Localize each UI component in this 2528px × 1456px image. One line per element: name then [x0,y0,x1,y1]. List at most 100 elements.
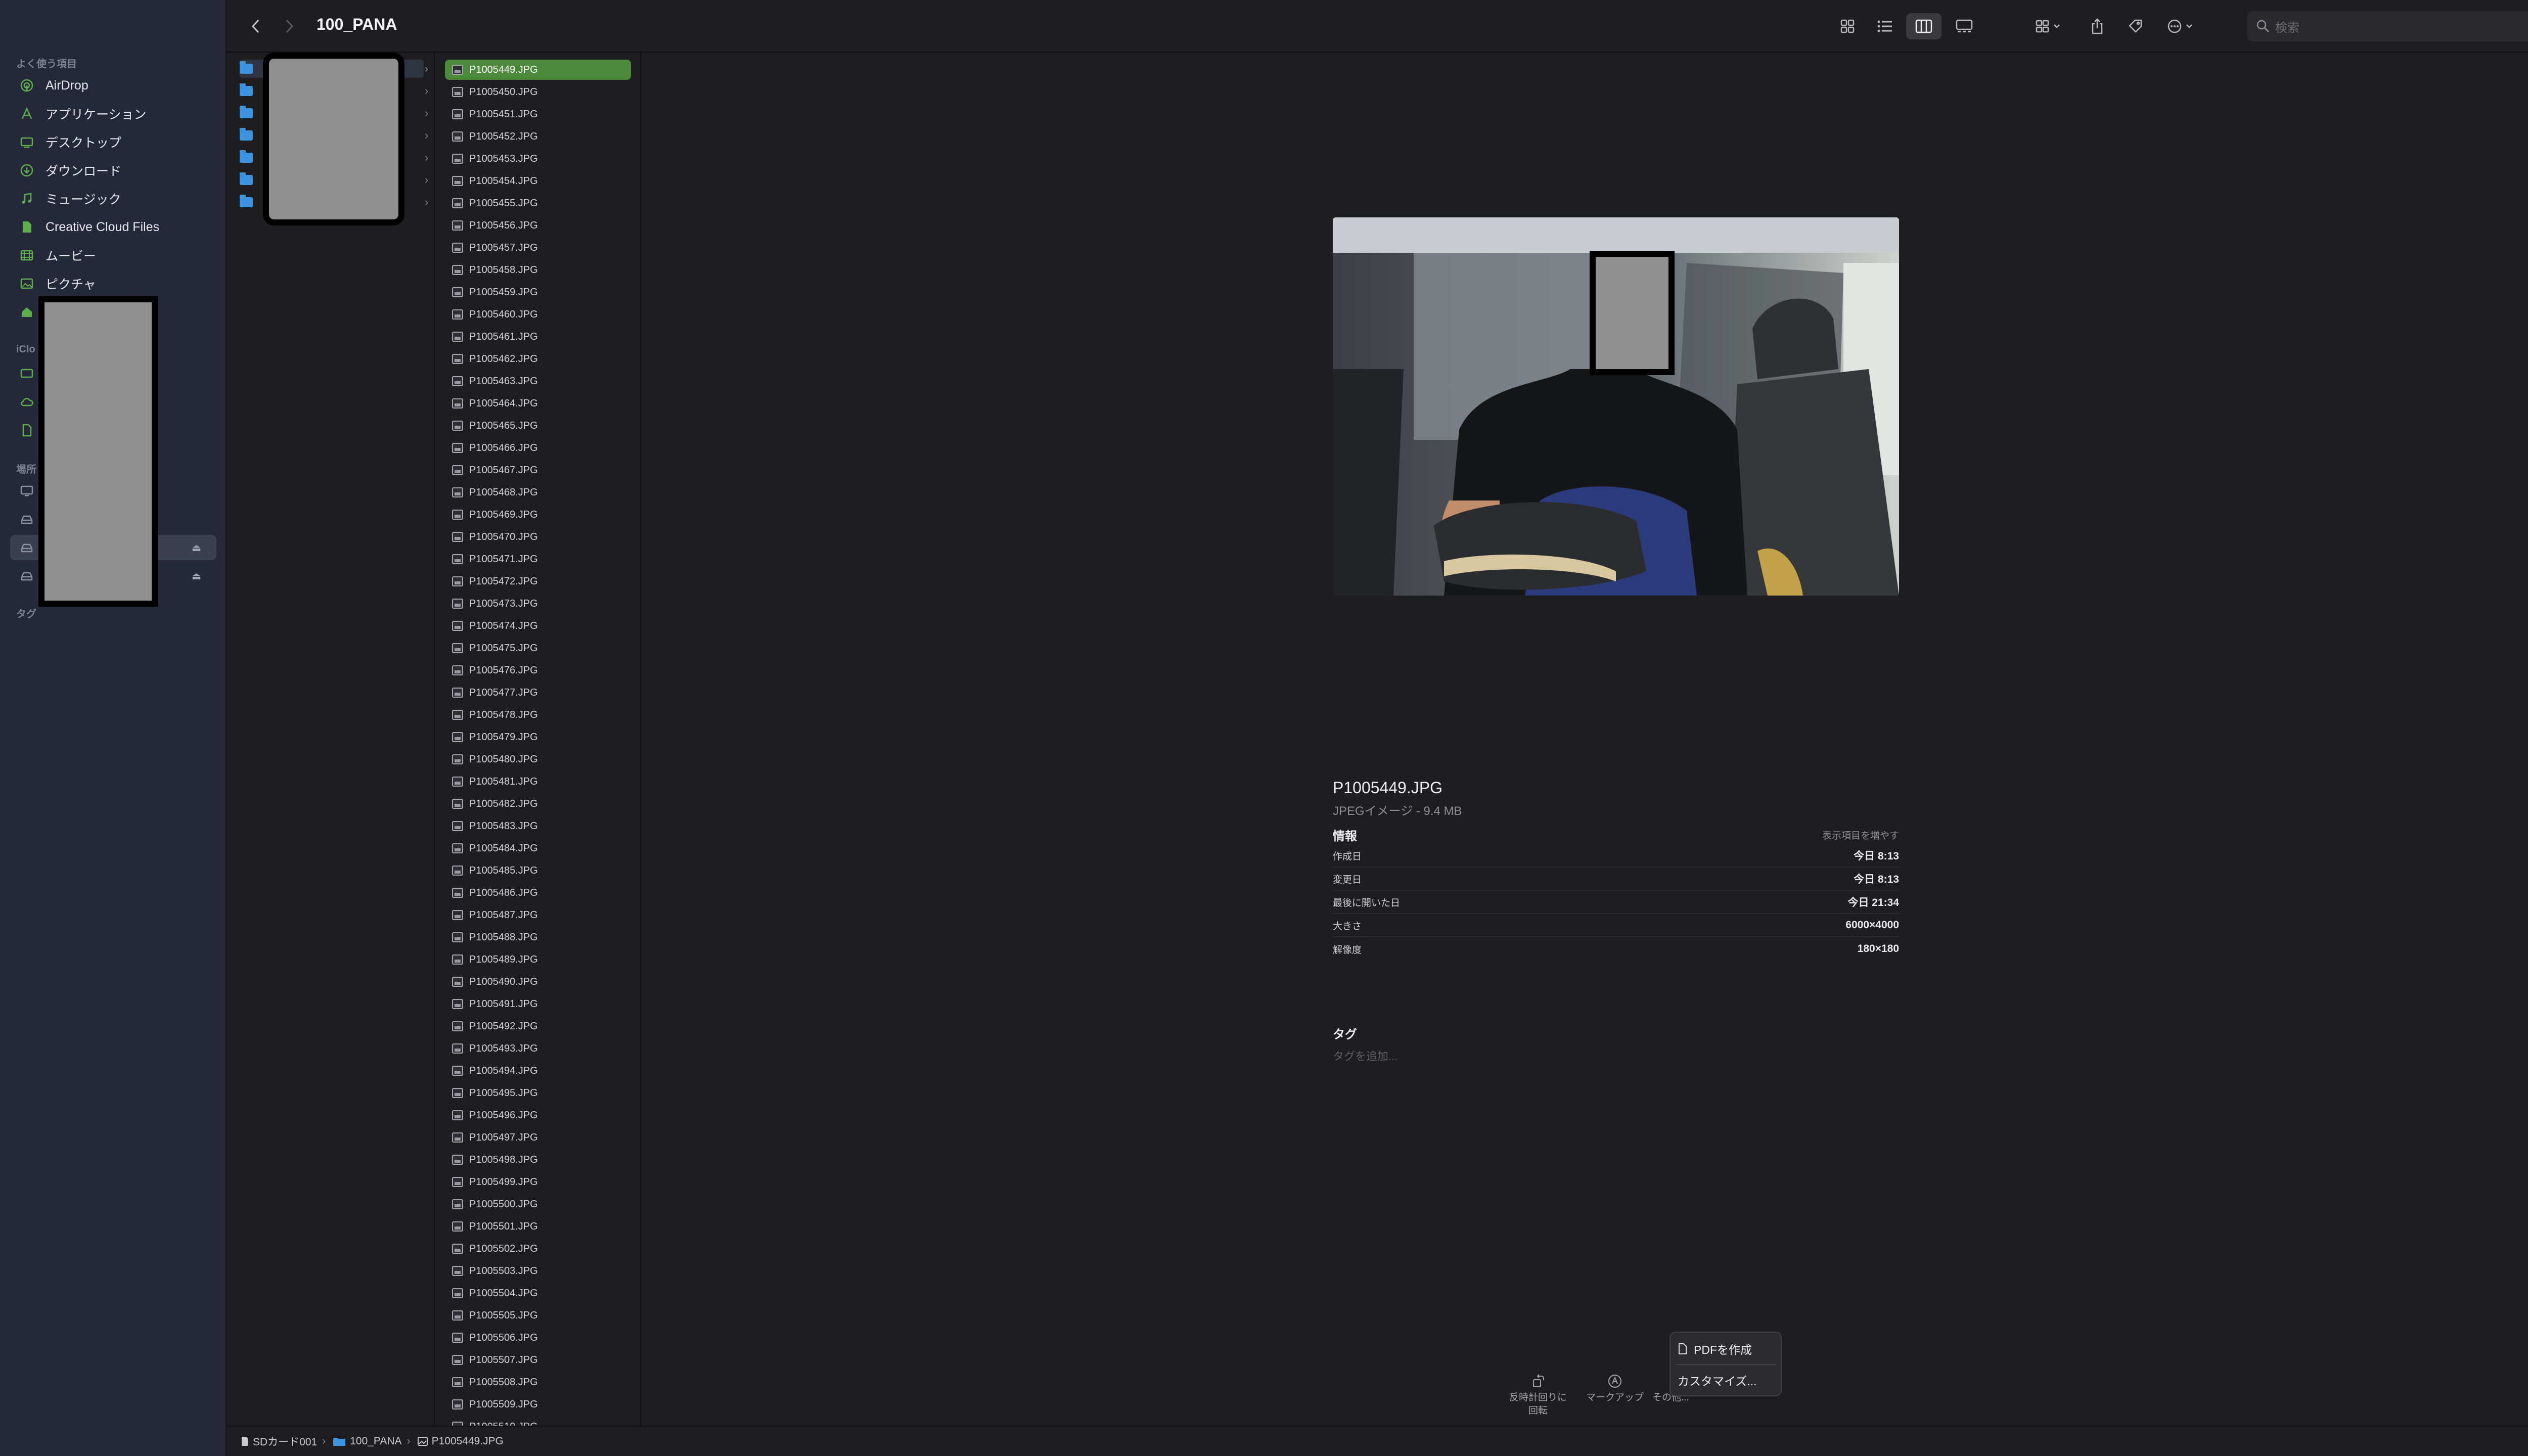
file-row[interactable]: P1005491.JPG [445,994,631,1014]
file-row[interactable]: P1005467.JPG [445,460,631,480]
file-row[interactable]: P1005490.JPG [445,972,631,992]
file-row[interactable]: P1005473.JPG [445,594,631,614]
file-row[interactable]: P1005500.JPG [445,1194,631,1214]
file-row[interactable]: P1005497.JPG [445,1127,631,1148]
sidebar-item-pictures[interactable]: ピクチャ [10,271,216,296]
file-row[interactable]: P1005456.JPG [445,215,631,236]
tag-icon[interactable] [2120,13,2151,39]
file-row[interactable]: P1005453.JPG [445,149,631,169]
more-actions-button[interactable] [2159,13,2204,39]
eject-icon[interactable]: ⏏ [192,570,201,582]
group-by-button[interactable] [2026,13,2072,39]
file-row[interactable]: P1005451.JPG [445,104,631,124]
file-row[interactable]: P1005498.JPG [445,1150,631,1170]
image-file-icon [452,398,463,408]
file-row[interactable]: P1005459.JPG [445,282,631,302]
icon-view-icon[interactable] [1832,13,1863,39]
file-row[interactable]: P1005449.JPG [445,60,631,80]
markup-button[interactable]: マークアップ [1579,1371,1650,1404]
file-row[interactable]: P1005489.JPG [445,949,631,970]
share-icon[interactable] [2082,13,2112,39]
file-row[interactable]: P1005469.JPG [445,505,631,525]
file-row[interactable]: P1005463.JPG [445,371,631,391]
file-row[interactable]: P1005475.JPG [445,638,631,658]
path-item-folder[interactable]: 100_PANA [333,1435,402,1447]
file-row[interactable]: P1005465.JPG [445,416,631,436]
file-row[interactable]: P1005472.JPG [445,571,631,592]
file-row[interactable]: P1005510.JPG [445,1417,631,1426]
file-row[interactable]: P1005476.JPG [445,660,631,680]
sidebar-item-desktop[interactable]: デスクトップ [10,129,216,155]
preview-filename: P1005449.JPG [1333,779,1443,797]
file-row[interactable]: P1005468.JPG [445,482,631,503]
path-item-sd-card[interactable]: SDカード001 [241,1434,317,1449]
file-row[interactable]: P1005506.JPG [445,1328,631,1348]
file-row[interactable]: P1005452.JPG [445,126,631,147]
file-row[interactable]: P1005455.JPG [445,193,631,213]
file-row[interactable]: P1005494.JPG [445,1061,631,1081]
file-row[interactable]: P1005487.JPG [445,905,631,925]
sidebar-item-creative-cloud-files[interactable]: Creative Cloud Files [10,214,216,240]
add-tags-field[interactable]: タグを追加... [1333,1048,1397,1064]
file-row[interactable]: P1005454.JPG [445,171,631,191]
file-row[interactable]: P1005450.JPG [445,82,631,102]
file-row[interactable]: P1005479.JPG [445,727,631,747]
file-row[interactable]: P1005482.JPG [445,794,631,814]
file-row[interactable]: P1005484.JPG [445,838,631,858]
sidebar-item-music[interactable]: ミュージック [10,186,216,211]
file-row[interactable]: P1005501.JPG [445,1216,631,1237]
file-row[interactable]: P1005507.JPG [445,1350,631,1370]
sidebar-item-downloads[interactable]: ダウンロード [10,158,216,183]
file-row[interactable]: P1005499.JPG [445,1172,631,1192]
file-row[interactable]: P1005466.JPG [445,438,631,458]
list-view-icon[interactable] [1870,13,1900,39]
image-file-icon [452,1088,463,1098]
file-row[interactable]: P1005492.JPG [445,1016,631,1036]
file-row[interactable]: P1005457.JPG [445,238,631,258]
file-row[interactable]: P1005477.JPG [445,682,631,703]
info-value: 今日 8:13 [1854,850,1899,862]
sidebar-item-airdrop[interactable]: AirDrop [10,73,216,98]
file-row[interactable]: P1005470.JPG [445,527,631,547]
file-row[interactable]: P1005509.JPG [445,1394,631,1415]
file-row[interactable]: P1005474.JPG [445,616,631,636]
file-name: P1005458.JPG [469,264,538,276]
folder-icon [240,195,253,207]
file-row[interactable]: P1005505.JPG [445,1305,631,1326]
file-row[interactable]: P1005481.JPG [445,771,631,792]
file-row[interactable]: P1005478.JPG [445,705,631,725]
file-row[interactable]: P1005480.JPG [445,749,631,769]
customize-menu-item[interactable]: カスタマイズ... [1678,1368,1756,1392]
file-row[interactable]: P1005504.JPG [445,1283,631,1303]
file-row[interactable]: P1005458.JPG [445,260,631,280]
file-row[interactable]: P1005485.JPG [445,860,631,881]
file-row[interactable]: P1005461.JPG [445,327,631,347]
gallery-view-icon[interactable] [1947,13,1982,39]
file-row[interactable]: P1005486.JPG [445,883,631,903]
download-icon [15,159,38,182]
file-row[interactable]: P1005460.JPG [445,304,631,325]
search-field[interactable]: 検索 [2247,11,2528,41]
file-row[interactable]: P1005493.JPG [445,1038,631,1059]
file-row[interactable]: P1005496.JPG [445,1105,631,1125]
file-row[interactable]: P1005503.JPG [445,1261,631,1281]
column-view-icon[interactable] [1906,13,1942,39]
file-row[interactable]: P1005488.JPG [445,927,631,947]
eject-icon[interactable]: ⏏ [192,541,201,554]
sidebar-item-movies[interactable]: ムービー [10,243,216,268]
file-row[interactable]: P1005502.JPG [445,1239,631,1259]
file-row[interactable]: P1005471.JPG [445,549,631,569]
show-more-link[interactable]: 表示項目を増やす [1814,828,1899,842]
file-row[interactable]: P1005483.JPG [445,816,631,836]
folder-icon [240,128,253,141]
file-row[interactable]: P1005495.JPG [445,1083,631,1103]
forward-chevron-icon[interactable] [275,12,303,40]
file-row[interactable]: P1005464.JPG [445,393,631,414]
rotate-left-button[interactable]: 反時計回りに 回転 [1503,1371,1573,1418]
file-row[interactable]: P1005462.JPG [445,349,631,369]
file-row[interactable]: P1005508.JPG [445,1372,631,1392]
sidebar-item-applications[interactable]: アプリケーション [10,101,216,126]
back-chevron-icon[interactable] [242,12,270,40]
path-item-file[interactable]: P1005449.JPG [417,1435,504,1447]
create-pdf-menu-item[interactable]: PDFを作成 [1678,1337,1752,1361]
